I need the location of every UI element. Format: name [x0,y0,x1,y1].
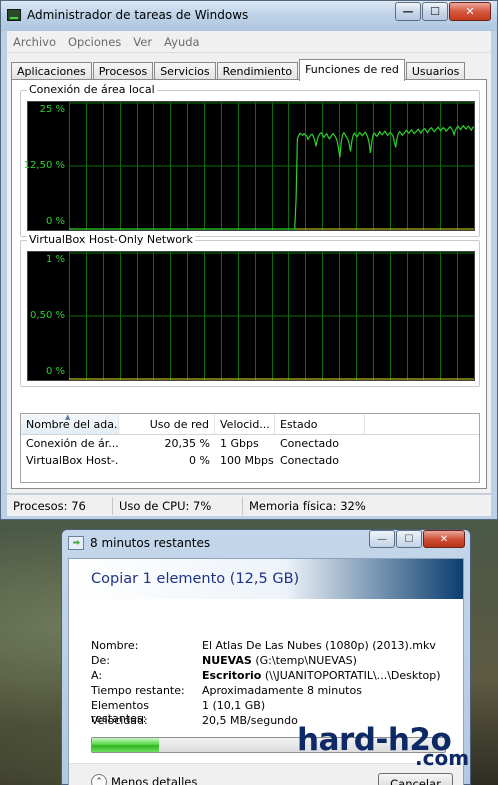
menu-ver[interactable]: Ver [127,35,158,49]
less-details-label: Menos detalles [111,775,198,785]
cell-usage: 20,35 % [164,437,210,450]
graph-label-virtualbox: VirtualBox Host-Only Network [27,233,195,246]
chevron-up-icon: ⌃ [91,774,107,785]
minimize-button[interactable]: — [369,530,395,548]
graph-group-local-area: Conexión de área local 25 % 12,50 % 0 % [20,83,480,237]
title-bar[interactable]: Administrador de tareas de Windows — ☐ ✕ [1,1,497,31]
tab-funciones-de-red[interactable]: Funciones de red [299,59,405,81]
copy-icon [68,536,84,550]
status-bar: Procesos: 76 Uso de CPU: 7% Memoria físi… [7,494,491,516]
column-label: Nombre del ada... [26,418,119,431]
detail-key: Tiempo restante: [91,684,185,697]
close-button[interactable]: ✕ [449,2,491,21]
adapter-list: ▲ Nombre del ada... Uso de red Velocid..… [20,413,480,483]
graph-plot-local-area [69,102,474,230]
cell-speed: 1 Gbps [220,437,259,450]
task-manager-window: Administrador de tareas de Windows — ☐ ✕… [0,0,498,520]
progress-fill [92,738,160,752]
detail-key: Velocidad: [91,714,148,727]
tab-procesos[interactable]: Procesos [92,62,154,80]
y-label-bottom: 0 % [45,216,65,227]
cell-name: Conexión de ár... [26,437,119,450]
cell-name: VirtualBox Host-... [26,454,119,467]
cell-state: Conectado [280,454,339,467]
graph-label-local-area: Conexión de área local [27,83,157,96]
y-label-bottom: 0 % [45,366,65,377]
y-label-mid: 0,50 % [30,310,65,321]
adapter-list-header: ▲ Nombre del ada... Uso de red Velocid..… [21,414,479,435]
watermark-domain: .com [415,746,470,770]
y-label-top: 1 % [45,254,65,265]
column-network-usage[interactable]: Uso de red [119,414,215,434]
cell-usage: 0 % [189,454,210,467]
menu-archivo[interactable]: Archivo [7,35,62,49]
column-link-speed[interactable]: Velocid... [215,414,275,434]
column-filler [365,414,479,434]
detail-value: 20,5 MB/segundo [202,714,298,727]
detail-key: De: [91,654,110,667]
window-title: Administrador de tareas de Windows [27,8,249,22]
detail-value: 1 (10,1 GB) [202,699,266,712]
detail-value: El Atlas De Las Nubes (1080p) (2013).mkv [202,639,436,652]
tab-aplicaciones[interactable]: Aplicaciones [11,62,92,80]
column-adapter-name[interactable]: ▲ Nombre del ada... [21,414,119,434]
dialog-title: 8 minutos restantes [90,536,211,550]
network-usage-line [69,124,474,230]
detail-value: (G:\temp\NUEVAS) [251,654,357,667]
network-graph-virtualbox: 1 % 0,50 % 0 % [27,251,475,381]
dialog-heading: Copiar 1 elemento (12,5 GB) [91,571,300,587]
status-cpu: Uso de CPU: 7% [113,496,243,515]
tab-usuarios[interactable]: Usuarios [405,62,466,80]
less-details-toggle[interactable]: ⌃ Menos detalles [91,774,197,785]
y-label-top: 25 % [39,104,65,115]
y-label-mid: 12,50 % [23,160,65,171]
destination-folder-link[interactable]: Escritorio [202,669,261,682]
graph-plot-virtualbox [69,252,474,380]
status-memory: Memoria física: 32% [249,498,366,513]
graph-group-virtualbox: VirtualBox Host-Only Network 1 % 0,50 % … [20,233,480,387]
detail-key: Nombre: [91,639,139,652]
maximize-button[interactable]: ☐ [396,530,422,548]
tab-strip: Aplicaciones Procesos Servicios Rendimie… [11,58,466,81]
detail-key: A: [91,669,103,682]
minimize-button[interactable]: — [395,2,421,21]
table-row[interactable]: VirtualBox Host-... 0 % 100 Mbps Conecta… [21,452,479,469]
watermark-logo: hard-h2o .com [297,722,497,777]
detail-value: Aproximadamente 8 minutos [202,684,362,697]
cell-state: Conectado [280,437,339,450]
menu-opciones[interactable]: Opciones [62,35,127,49]
source-folder-link[interactable]: NUEVAS [202,654,252,667]
dialog-title-bar[interactable]: 8 minutos restantes — ☐ ✕ [62,530,470,556]
sort-arrow-icon: ▲ [65,414,71,421]
menu-bar: Archivo Opciones Ver Ayuda [7,31,491,53]
tab-rendimiento[interactable]: Rendimiento [216,62,299,80]
maximize-button[interactable]: ☐ [422,2,448,21]
status-processes: Procesos: 76 [7,496,113,515]
detail-value: (\\JUANITOPORTATIL\...\Desktop) [261,669,441,682]
task-manager-icon [7,9,21,21]
column-state[interactable]: Estado [275,414,365,434]
tab-servicios[interactable]: Servicios [154,62,216,80]
menu-ayuda[interactable]: Ayuda [158,35,206,49]
close-button[interactable]: ✕ [423,530,465,548]
dialog-header: Copiar 1 elemento (12,5 GB) [69,559,463,599]
table-row[interactable]: Conexión de ár... 20,35 % 1 Gbps Conecta… [21,435,479,452]
network-graph-local-area: 25 % 12,50 % 0 % [23,101,475,231]
cell-speed: 100 Mbps [220,454,274,467]
client-area: Aplicaciones Procesos Servicios Rendimie… [7,53,491,493]
networking-panel: Conexión de área local 25 % 12,50 % 0 % … [11,79,487,489]
